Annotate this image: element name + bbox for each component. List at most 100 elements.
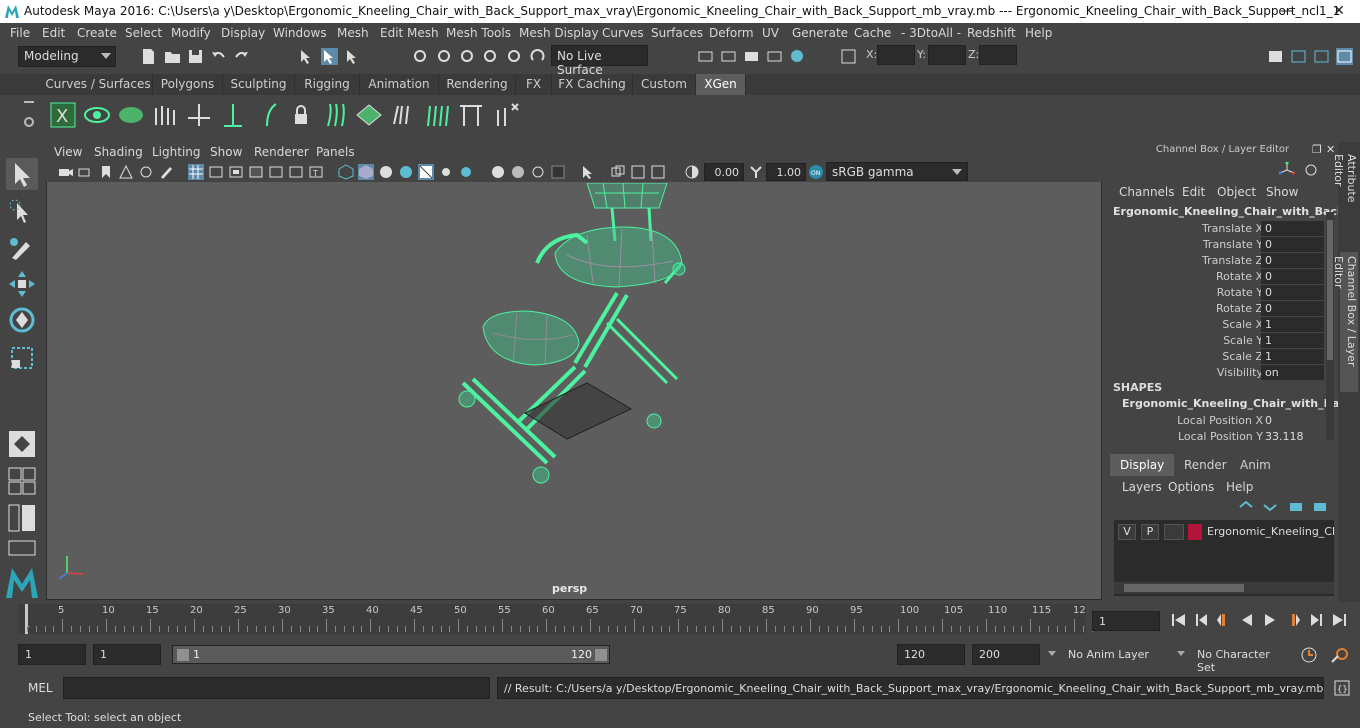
- xgen-preview-eye-icon[interactable]: [82, 100, 112, 130]
- layer-name[interactable]: Ergonomic_Kneeling_Ch: [1207, 525, 1334, 538]
- ambient-occlusion-icon[interactable]: [458, 164, 474, 180]
- textured-icon[interactable]: [398, 164, 414, 180]
- menu-display[interactable]: Display: [221, 26, 265, 40]
- maximize-button[interactable]: [1280, 2, 1298, 20]
- attr-value[interactable]: 0: [1261, 253, 1324, 268]
- wireframe-on-shaded-icon[interactable]: [378, 164, 394, 180]
- viewport-menu-shading[interactable]: Shading: [94, 145, 143, 159]
- viewport-menu-view[interactable]: View: [54, 145, 82, 159]
- menu-windows[interactable]: Windows: [273, 26, 327, 40]
- film-gate-icon[interactable]: [208, 164, 224, 180]
- menu-edit[interactable]: Edit: [42, 26, 65, 40]
- layer-menu-help[interactable]: Help: [1226, 480, 1253, 494]
- scale-tool-icon[interactable]: [6, 342, 38, 374]
- move-layer-down-icon[interactable]: [1262, 500, 1278, 514]
- current-frame-field[interactable]: 1: [1092, 611, 1160, 631]
- new-scene-icon[interactable]: [140, 48, 157, 65]
- animation-preferences-icon[interactable]: [1330, 646, 1350, 664]
- menu-edit-mesh[interactable]: Edit Mesh: [380, 26, 439, 40]
- menu-create[interactable]: Create: [77, 26, 117, 40]
- range-slider[interactable]: 1 120: [172, 645, 610, 664]
- menu-select[interactable]: Select: [125, 26, 162, 40]
- menu-mesh[interactable]: Mesh: [337, 26, 369, 40]
- shape-node-name[interactable]: Ergonomic_Kneeling_Chair_with_Ba...: [1122, 397, 1352, 410]
- layer-tab-render[interactable]: Render: [1174, 454, 1237, 476]
- layer-menu-options[interactable]: Options: [1168, 480, 1214, 494]
- attr-value[interactable]: 0: [1261, 413, 1324, 428]
- layer-visibility-toggle[interactable]: V: [1118, 524, 1136, 540]
- attr-row[interactable]: Rotate Y0: [1107, 285, 1325, 301]
- shelf-tab-sculpting[interactable]: Sculpting: [223, 74, 295, 95]
- xgen-guide-sculpt-icon[interactable]: [320, 100, 350, 130]
- xray-icon[interactable]: [490, 164, 506, 180]
- use-all-lights-icon[interactable]: [418, 164, 434, 180]
- screen-space-ao-icon[interactable]: [630, 164, 646, 180]
- script-language-label[interactable]: MEL: [28, 681, 53, 695]
- viewport-menu-panels[interactable]: Panels: [316, 145, 355, 159]
- rotate-tool-icon[interactable]: [6, 304, 38, 336]
- xgen-editor-icon[interactable]: X: [48, 100, 78, 130]
- menu-mesh-display[interactable]: Mesh Display: [519, 26, 599, 40]
- create-layer-icon[interactable]: [1288, 500, 1304, 514]
- menu-surfaces[interactable]: Surfaces: [651, 26, 703, 40]
- attr-row[interactable]: Rotate X0: [1107, 269, 1325, 285]
- float-panel-icon[interactable]: ❐: [1312, 143, 1322, 156]
- select-tool-icon[interactable]: [6, 158, 38, 190]
- go-to-end-icon[interactable]: [1330, 612, 1348, 628]
- xgen-guide-tools-icon[interactable]: [456, 100, 486, 130]
- xray-active-icon[interactable]: [510, 164, 526, 180]
- toggle-tool-settings-icon[interactable]: [1313, 48, 1330, 65]
- time-slider[interactable]: 1 5 10 15 20 25 30 35 40 45 50 55 60 65 …: [18, 604, 1093, 634]
- paint-select-tool-icon[interactable]: [6, 232, 38, 264]
- move-tool-icon[interactable]: [6, 268, 38, 300]
- camera-attributes-icon[interactable]: [78, 164, 94, 180]
- playback-end-field[interactable]: 120: [897, 644, 965, 665]
- camera-icon[interactable]: [58, 164, 74, 180]
- attr-value[interactable]: 1: [1261, 317, 1324, 332]
- anim-layer-dropdown[interactable]: No Anim Layer: [1048, 644, 1162, 665]
- grease-pencil-icon[interactable]: [158, 164, 174, 180]
- hypershade-icon[interactable]: [789, 48, 806, 65]
- character-set-dropdown[interactable]: No Character Set: [1177, 644, 1291, 674]
- auto-key-icon[interactable]: [1300, 646, 1318, 664]
- render-icon[interactable]: [720, 48, 737, 65]
- menu-modify[interactable]: Modify: [171, 26, 211, 40]
- play-backwards-icon[interactable]: [1238, 612, 1256, 628]
- step-back-frame-icon[interactable]: [1193, 612, 1211, 628]
- select-by-object-icon[interactable]: [344, 48, 361, 65]
- xgen-delete-guides-icon[interactable]: [490, 100, 520, 130]
- step-forward-key-icon[interactable]: [1284, 612, 1302, 628]
- gate-mask-icon[interactable]: [248, 164, 264, 180]
- attr-row[interactable]: Local Position X0: [1107, 413, 1325, 429]
- toggle-channel-box-icon[interactable]: [1336, 48, 1353, 65]
- attr-row[interactable]: Scale X1: [1107, 317, 1325, 333]
- shelf-tab-custom[interactable]: Custom: [633, 74, 696, 95]
- lasso-tool-icon[interactable]: [6, 196, 38, 228]
- viewport-menu-show[interactable]: Show: [210, 145, 242, 159]
- scrollbar-thumb[interactable]: [1124, 584, 1244, 592]
- xgen-guide-length-icon[interactable]: [218, 100, 248, 130]
- channel-box-menu-show[interactable]: Show: [1266, 185, 1298, 199]
- attr-row[interactable]: Scale Y1: [1107, 333, 1325, 349]
- save-scene-icon[interactable]: [187, 48, 204, 65]
- xgen-guide-bend-icon[interactable]: [252, 100, 282, 130]
- menu-uv[interactable]: UV: [762, 26, 779, 40]
- shelf-tab-xgen[interactable]: XGen: [696, 74, 746, 95]
- menu-help[interactable]: Help: [1025, 26, 1052, 40]
- y-input[interactable]: [928, 45, 966, 65]
- shelf-tab-polygons[interactable]: Polygons: [153, 74, 223, 95]
- render-frame-icon[interactable]: [697, 48, 714, 65]
- attr-row[interactable]: Translate X0: [1107, 221, 1325, 237]
- attr-value[interactable]: 0: [1261, 221, 1324, 236]
- outliner-layout-icon[interactable]: [8, 504, 36, 532]
- menu-redshift[interactable]: Redshift: [967, 26, 1016, 40]
- attr-value[interactable]: 0: [1261, 301, 1324, 316]
- shelf-tab-fx-caching[interactable]: FX Caching: [552, 74, 633, 95]
- attr-row[interactable]: Visibility on: [1107, 365, 1325, 381]
- script-editor-icon[interactable]: {}: [1333, 679, 1351, 697]
- attr-value[interactable]: 1: [1261, 333, 1324, 348]
- menu-file[interactable]: File: [10, 26, 30, 40]
- four-view-layout-icon[interactable]: [8, 467, 36, 495]
- toggle-attribute-editor-icon[interactable]: [1290, 48, 1307, 65]
- attr-row[interactable]: Rotate Z0: [1107, 301, 1325, 317]
